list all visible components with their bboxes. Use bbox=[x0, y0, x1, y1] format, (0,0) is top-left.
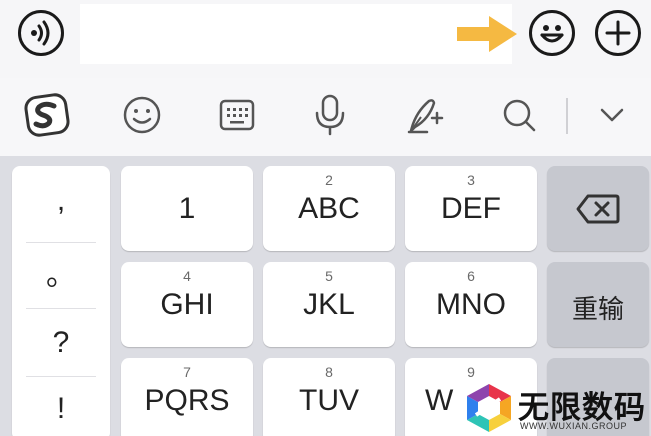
chevron-down-icon bbox=[600, 108, 624, 122]
smiley-face-icon bbox=[540, 25, 564, 43]
key-number: 4 bbox=[183, 268, 191, 284]
key-number: 6 bbox=[467, 268, 475, 284]
key-number: 5 bbox=[325, 268, 333, 284]
search-icon bbox=[503, 99, 536, 132]
key-number: 7 bbox=[183, 364, 191, 380]
key-label: 1 bbox=[178, 192, 196, 225]
key-number: 8 bbox=[325, 364, 333, 380]
punct-exclaim-key[interactable]: ! bbox=[12, 392, 110, 426]
keyboard-icon bbox=[219, 99, 255, 131]
quill-pen-icon bbox=[407, 99, 444, 134]
punct-question-key[interactable]: ? bbox=[12, 326, 110, 360]
key-label: JKL bbox=[303, 288, 355, 321]
key-6-mno[interactable]: 6 MNO bbox=[405, 262, 537, 347]
voice-input-button[interactable] bbox=[305, 90, 355, 140]
key-1[interactable]: 1 bbox=[121, 166, 253, 251]
voice-toggle-button[interactable] bbox=[18, 10, 64, 56]
chat-text-input[interactable] bbox=[80, 4, 512, 64]
key-7-pqrs[interactable]: 7 PQRS bbox=[121, 358, 253, 436]
toolbar-divider bbox=[566, 98, 568, 134]
watermark: 无限数码 WWW.WUXIAN.GROUP bbox=[462, 380, 651, 436]
punct-divider bbox=[26, 308, 96, 309]
backspace-icon bbox=[576, 194, 620, 224]
collapse-toolbar-button[interactable] bbox=[587, 90, 637, 140]
search-button[interactable] bbox=[494, 90, 544, 140]
key-label: GHI bbox=[160, 288, 214, 321]
chat-input-bar bbox=[0, 0, 651, 78]
emoji-button[interactable] bbox=[529, 10, 575, 56]
key-8-tuv[interactable]: 8 TUV bbox=[263, 358, 395, 436]
key-5-jkl[interactable]: 5 JKL bbox=[263, 262, 395, 347]
key-4-ghi[interactable]: 4 GHI bbox=[121, 262, 253, 347]
delete-key[interactable] bbox=[547, 166, 649, 251]
punct-divider bbox=[26, 376, 96, 377]
toolbar-emoji-button[interactable] bbox=[117, 90, 167, 140]
plus-icon bbox=[605, 20, 631, 46]
wuxian-logo-icon bbox=[467, 384, 511, 432]
keyboard-switch-button[interactable] bbox=[212, 90, 262, 140]
punct-divider bbox=[26, 242, 96, 243]
punctuation-column[interactable]: , 。 ? ! bbox=[12, 166, 110, 436]
key-label: MNO bbox=[436, 288, 506, 321]
key-number: 9 bbox=[467, 364, 475, 380]
voice-wave-icon bbox=[31, 20, 50, 46]
key-label: ABC bbox=[298, 192, 360, 225]
key-label: PQRS bbox=[144, 384, 230, 417]
sogou-logo-button[interactable] bbox=[22, 90, 72, 140]
reinput-key[interactable]: 重输 bbox=[547, 262, 649, 347]
key-number: 3 bbox=[467, 172, 475, 188]
sogou-logo-icon bbox=[24, 93, 70, 137]
arrow-right-icon bbox=[457, 16, 517, 52]
add-attachment-button[interactable] bbox=[595, 10, 641, 56]
key-label: DEF bbox=[441, 192, 501, 225]
watermark-subtitle: WWW.WUXIAN.GROUP bbox=[520, 421, 627, 431]
key-2-abc[interactable]: 2 ABC bbox=[263, 166, 395, 251]
key-label: TUV bbox=[299, 384, 359, 417]
key-3-def[interactable]: 3 DEF bbox=[405, 166, 537, 251]
emoji-face-icon bbox=[123, 96, 161, 134]
reinput-label: 重输 bbox=[571, 295, 624, 325]
ime-toolbar bbox=[0, 78, 651, 156]
microphone-icon bbox=[315, 94, 345, 136]
key-number: 2 bbox=[325, 172, 333, 188]
punct-period-key[interactable]: 。 bbox=[12, 250, 110, 294]
handwriting-button[interactable] bbox=[400, 90, 450, 140]
punct-comma-key[interactable]: , bbox=[12, 184, 110, 218]
